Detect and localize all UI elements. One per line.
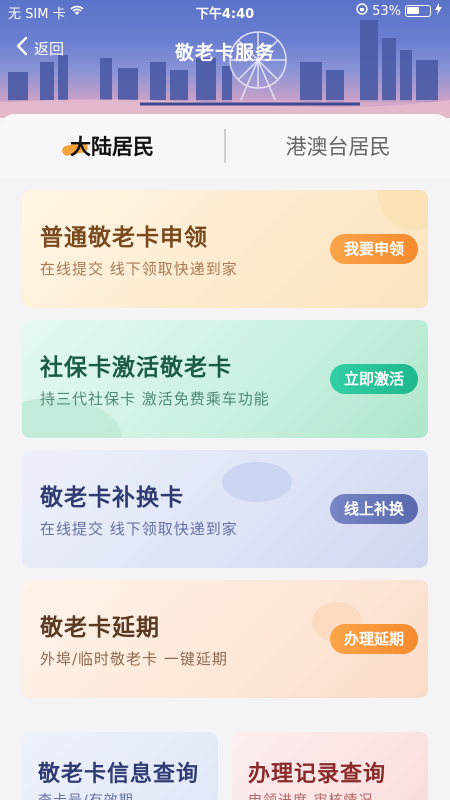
- battery-icon: [405, 5, 431, 17]
- card-title: 社保卡激活敬老卡: [40, 355, 232, 381]
- charging-icon: [435, 3, 442, 19]
- card-title: 敬老卡补换卡: [40, 485, 184, 511]
- card-title: 敬老卡延期: [40, 615, 160, 641]
- card-subtitle: 申领进度 审核情况: [248, 790, 373, 800]
- card-title: 普通敬老卡申领: [40, 225, 208, 251]
- orientation-lock-icon: [356, 3, 368, 19]
- card-standard-application[interactable]: 普通敬老卡申领 在线提交 线下领取快递到家 我要申领: [22, 190, 428, 308]
- apply-button[interactable]: 我要申领: [329, 234, 418, 264]
- replace-online-button[interactable]: 线上补换: [329, 494, 418, 524]
- nav-bar: 返回 敬老卡服务: [0, 28, 450, 72]
- tab-hk-macau-taiwan-residents[interactable]: 港澳台居民: [226, 131, 450, 161]
- card-extension[interactable]: 敬老卡延期 外埠/临时敬老卡 一键延期 办理延期: [22, 580, 428, 698]
- card-replacement[interactable]: 敬老卡补换卡 在线提交 线下领取快递到家 线上补换: [22, 450, 428, 568]
- card-title: 办理记录查询: [248, 762, 387, 787]
- decorative-blob: [222, 462, 292, 502]
- card-records-query[interactable]: 办理记录查询 申领进度 审核情况: [232, 732, 428, 800]
- card-social-security-activation[interactable]: 社保卡激活敬老卡 持三代社保卡 激活免费乘车功能 立即激活: [22, 320, 428, 438]
- extend-button[interactable]: 办理延期: [329, 624, 418, 654]
- decorative-blob: [378, 190, 428, 230]
- card-subtitle: 在线提交 线下领取快递到家: [40, 260, 238, 278]
- tab-label: 大陆居民: [70, 135, 154, 159]
- card-info-query[interactable]: 敬老卡信息查询 查卡号/有效期: [22, 732, 218, 800]
- card-subtitle: 在线提交 线下领取快递到家: [40, 520, 238, 538]
- battery-percent: 53%: [372, 3, 401, 19]
- card-subtitle: 持三代社保卡 激活免费乘车功能: [40, 390, 270, 408]
- page-title: 敬老卡服务: [174, 42, 275, 64]
- status-bar: 无 SIM 卡 下午4:40 53%: [0, 0, 450, 22]
- tab-mainland-residents[interactable]: 大陆居民: [0, 131, 224, 161]
- card-subtitle: 查卡号/有效期: [38, 790, 134, 800]
- header-banner: 无 SIM 卡 下午4:40 53% 返回 敬老卡服务: [0, 0, 450, 118]
- status-right: 53%: [356, 3, 442, 19]
- card-subtitle: 外埠/临时敬老卡 一键延期: [40, 650, 228, 668]
- tab-label: 港澳台居民: [285, 135, 391, 159]
- card-title: 敬老卡信息查询: [38, 762, 200, 787]
- resident-tabs: 大陆居民 港澳台居民: [0, 114, 450, 178]
- activate-button[interactable]: 立即激活: [329, 364, 418, 394]
